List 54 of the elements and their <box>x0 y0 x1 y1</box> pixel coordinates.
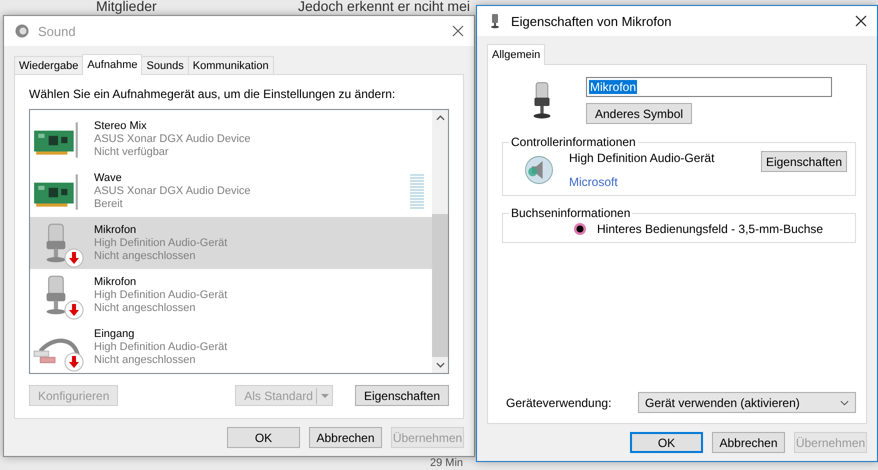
device-driver: High Definition Audio-Gerät <box>94 340 228 354</box>
change-icon-button[interactable]: Anderes Symbol <box>586 103 692 124</box>
device-name: Wave <box>94 172 123 184</box>
dialog-button[interactable]: Abbrechen <box>309 427 382 448</box>
device-status: Bereit <box>94 198 124 210</box>
tab[interactable]: Wiedergabe <box>14 56 84 74</box>
device-status: Nicht angeschlossen <box>94 250 197 262</box>
device-driver: High Definition Audio-Gerät <box>94 236 228 250</box>
scroll-down-icon[interactable] <box>436 362 444 368</box>
device-name: Mikrofon <box>94 276 138 288</box>
page-text: Jedoch erkennt er nciht mei <box>298 0 470 14</box>
tab[interactable]: Aufnahme <box>82 54 142 75</box>
device-item[interactable]: Stereo Mix ASUS Xonar DGX Audio Device Nicht verfügbar <box>30 113 432 165</box>
dialog-button[interactable]: OK <box>630 432 703 453</box>
usage-label: Geräteverwendung: <box>506 396 612 410</box>
device-item[interactable]: Mikrofon High Definition Audio-Gerät Nicht angeschlossen <box>30 217 432 269</box>
device-name: Stereo Mix <box>94 120 148 132</box>
caret-icon <box>320 392 330 398</box>
properties-button[interactable]: Eigenschaften <box>760 151 847 172</box>
vendor-link[interactable]: Microsoft <box>569 175 749 189</box>
window-title: Sound <box>38 24 77 38</box>
jack-icon <box>573 222 587 236</box>
window-title: Eigenschaften von Mikrofon <box>511 14 672 28</box>
scrollbar[interactable] <box>432 110 448 373</box>
level-meter <box>410 174 424 208</box>
device-driver: ASUS Xonar DGX Audio Device <box>94 184 252 198</box>
usage-dropdown[interactable]: Gerät verwenden (aktivieren) <box>638 392 856 413</box>
page-text: Mitglieder <box>96 0 157 14</box>
device-status: Nicht verfügbar <box>94 146 170 158</box>
name-input[interactable]: Mikrofon <box>586 77 832 97</box>
close-icon[interactable] <box>855 15 867 27</box>
close-icon[interactable] <box>452 25 464 37</box>
tab[interactable]: Allgemein <box>487 44 546 65</box>
group-title: Buchseninformationen <box>510 206 632 220</box>
controller-name: High Definition Audio-Gerät <box>569 151 716 165</box>
jack-text: Hinteres Bedienungsfeld - 3,5-mm-Buchse <box>597 222 824 236</box>
instruction-text: Wählen Sie ein Aufnahmegerät aus, um die Einstellungen zu ändern: <box>29 87 396 101</box>
device-status: Nicht angeschlossen <box>94 302 197 314</box>
chevron-down-icon <box>840 400 849 406</box>
device-driver: ASUS Xonar DGX Audio Device <box>94 132 252 146</box>
dialog-button[interactable]: Abbrechen <box>712 432 785 453</box>
page-text: 29 Min <box>430 457 464 469</box>
device-name: Eingang <box>94 328 136 340</box>
scroll-up-icon[interactable] <box>436 115 444 121</box>
tab[interactable]: Kommunikation <box>188 56 274 74</box>
device-item[interactable]: Wave ASUS Xonar DGX Audio Device Bereit <box>30 165 432 217</box>
device-driver: High Definition Audio-Gerät <box>94 288 228 302</box>
device-item[interactable]: Eingang High Definition Audio-Gerät Nicht angeschlossen <box>30 321 432 373</box>
device-name: Mikrofon <box>94 224 138 236</box>
dialog-button[interactable]: OK <box>227 427 300 448</box>
device-item[interactable]: Mikrofon High Definition Audio-Gerät Nicht angeschlossen <box>30 269 432 321</box>
panel-button[interactable]: Eigenschaften <box>354 385 449 406</box>
group-title: Controllerinformationen <box>510 135 637 149</box>
device-status: Nicht angeschlossen <box>94 354 197 366</box>
